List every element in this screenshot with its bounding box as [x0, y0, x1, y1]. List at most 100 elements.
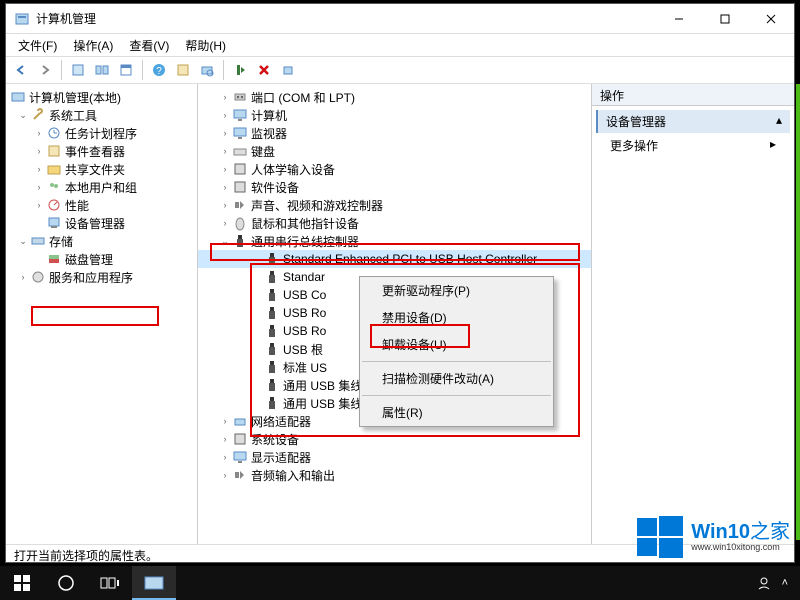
cm-disable-device[interactable]: 禁用设备(D) — [360, 304, 553, 331]
menu-file[interactable]: 文件(F) — [12, 35, 63, 56]
right-scrollbar[interactable] — [796, 84, 800, 540]
menu-view[interactable]: 查看(V) — [123, 35, 175, 56]
actions-header: 操作 — [592, 84, 794, 106]
device-tree-item[interactable]: ›计算机 — [198, 106, 591, 124]
tree-item[interactable]: ›性能 — [6, 196, 197, 214]
expand-icon[interactable]: › — [32, 126, 46, 140]
tray-up-icon[interactable]: ˄ — [782, 577, 788, 589]
cm-properties[interactable]: 属性(R) — [360, 399, 553, 426]
cm-uninstall-device[interactable]: 卸载设备(U) — [360, 331, 553, 358]
cm-separator — [362, 361, 551, 362]
services-icon — [30, 269, 46, 285]
cm-separator — [362, 395, 551, 396]
device-tree-item[interactable]: ›端口 (COM 和 LPT) — [198, 88, 591, 106]
show-hide-button[interactable] — [91, 59, 113, 81]
expand-icon[interactable]: › — [218, 468, 232, 482]
port-icon — [232, 89, 248, 105]
device-label: 系统设备 — [251, 431, 299, 448]
cm-update-driver[interactable]: 更新驱动程序(P) — [360, 277, 553, 304]
device-tree-item[interactable]: ⌄通用串行总线控制器 — [198, 232, 591, 250]
expand-icon[interactable]: › — [218, 414, 232, 428]
device-tree-item[interactable]: ›音频输入和输出 — [198, 466, 591, 484]
window-title: 计算机管理 — [36, 10, 656, 27]
tree-item[interactable]: ›本地用户和组 — [6, 178, 197, 196]
tree-label: 设备管理器 — [65, 215, 125, 232]
collapse-icon[interactable]: ⌄ — [16, 234, 30, 248]
expand-icon[interactable]: › — [218, 216, 232, 230]
tree-item[interactable]: › 共享文件夹 — [6, 160, 197, 178]
expand-icon[interactable]: › — [218, 162, 232, 176]
toolbar: ? — [6, 56, 794, 84]
tree-item[interactable]: 磁盘管理 — [6, 250, 197, 268]
expand-icon[interactable]: › — [218, 126, 232, 140]
device-label: 显示适配器 — [251, 449, 311, 466]
taskbar: ˄ — [0, 566, 800, 600]
start-button[interactable] — [0, 566, 44, 600]
usb-icon — [264, 395, 280, 411]
device-tree-item[interactable]: › 声音、视频和游戏控制器 — [198, 196, 591, 214]
expand-icon[interactable]: › — [218, 180, 232, 194]
menu-help[interactable]: 帮助(H) — [179, 35, 232, 56]
enable-button[interactable] — [229, 59, 251, 81]
expand-icon[interactable]: › — [218, 198, 232, 212]
cortana-button[interactable] — [44, 566, 88, 600]
taskview-button[interactable] — [88, 566, 132, 600]
device-tree-item[interactable]: › 软件设备 — [198, 178, 591, 196]
device-tree-item[interactable]: ›监视器 — [198, 124, 591, 142]
properties-button[interactable] — [172, 59, 194, 81]
expand-icon[interactable]: › — [32, 144, 46, 158]
tree-storage[interactable]: ⌄存储 — [6, 232, 197, 250]
help-button[interactable]: ? — [148, 59, 170, 81]
tree-root[interactable]: 计算机管理(本地) — [6, 88, 197, 106]
expand-icon[interactable]: › — [218, 432, 232, 446]
usb-icon — [264, 359, 280, 375]
up-arrow-icon[interactable]: ▴ — [776, 113, 782, 130]
actions-title: 设备管理器▴ — [596, 110, 790, 133]
expand-icon[interactable]: › — [218, 144, 232, 158]
tree-device-manager[interactable]: 设备管理器 — [6, 214, 197, 232]
device-tree-item[interactable]: › 显示适配器 — [198, 448, 591, 466]
minimize-button[interactable] — [656, 4, 702, 34]
cm-scan-hardware[interactable]: 扫描检测硬件改动(A) — [360, 365, 553, 392]
close-button[interactable] — [748, 4, 794, 34]
tree-label: 磁盘管理 — [65, 251, 113, 268]
device-label: 声音、视频和游戏控制器 — [251, 197, 383, 214]
tree-systools[interactable]: ⌄ 系统工具 — [6, 106, 197, 124]
expand-icon[interactable]: › — [32, 180, 46, 194]
scan-button[interactable] — [196, 59, 218, 81]
tree-services[interactable]: › 服务和应用程序 — [6, 268, 197, 286]
keyboard-icon — [232, 143, 248, 159]
device-label: 软件设备 — [251, 179, 299, 196]
delete-button[interactable] — [253, 59, 275, 81]
forward-button[interactable] — [34, 59, 56, 81]
expand-icon[interactable]: › — [16, 270, 30, 284]
tree-item[interactable]: ›任务计划程序 — [6, 124, 197, 142]
menu-action[interactable]: 操作(A) — [67, 35, 119, 56]
up-button[interactable] — [67, 59, 89, 81]
tree-label: 共享文件夹 — [65, 161, 125, 178]
expand-icon[interactable]: › — [32, 198, 46, 212]
actions-more[interactable]: 更多操作▸ — [596, 133, 790, 158]
device-tree-item[interactable]: ›人体学输入设备 — [198, 160, 591, 178]
device-tree-item[interactable]: ›键盘 — [198, 142, 591, 160]
usb-icon — [264, 287, 280, 303]
expand-icon[interactable]: › — [218, 90, 232, 104]
back-button[interactable] — [10, 59, 32, 81]
refresh-button[interactable] — [277, 59, 299, 81]
tree-item[interactable]: ›事件查看器 — [6, 142, 197, 160]
maximize-button[interactable] — [702, 4, 748, 34]
expand-icon[interactable]: › — [218, 450, 232, 464]
device-tree-item[interactable]: Standard Enhanced PCI to USB Host Contro… — [198, 250, 591, 268]
expand-icon[interactable]: › — [218, 108, 232, 122]
taskbar-app[interactable] — [132, 566, 176, 600]
device-tree-item[interactable]: ›鼠标和其他指针设备 — [198, 214, 591, 232]
collapse-icon[interactable]: ⌄ — [16, 108, 30, 122]
device-tree-item[interactable]: › 系统设备 — [198, 430, 591, 448]
collapse-icon[interactable]: ⌄ — [218, 234, 232, 248]
usb-icon — [264, 269, 280, 285]
tray-people-icon[interactable] — [756, 575, 772, 591]
tree-label: 系统工具 — [49, 107, 97, 124]
export-button[interactable] — [115, 59, 137, 81]
tree-label: 服务和应用程序 — [49, 269, 133, 286]
expand-icon[interactable]: › — [32, 162, 46, 176]
